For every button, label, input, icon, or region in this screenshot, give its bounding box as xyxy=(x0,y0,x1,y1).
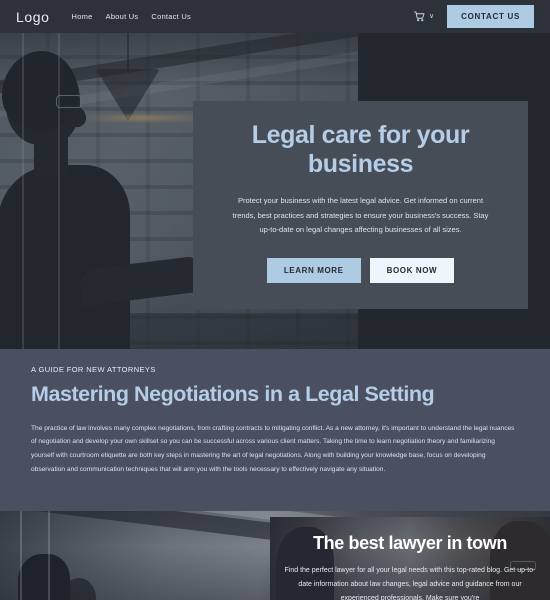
contact-us-button[interactable]: CONTACT US xyxy=(447,5,534,28)
hero-section: Legal care for your business Protect you… xyxy=(0,33,550,349)
nav-item-about-us[interactable]: About Us xyxy=(106,12,139,21)
bottom-photo-glass-line xyxy=(48,511,50,600)
hero-action-buttons: LEARN MORE BOOK NOW xyxy=(223,257,498,283)
hero-description: Protect your business with the latest le… xyxy=(232,196,489,235)
promo-description: Find the perfect lawyer for all your leg… xyxy=(284,566,536,600)
bottom-photo-glass-line xyxy=(20,511,22,600)
article-title: Mastering Negotiations in a Legal Settin… xyxy=(31,382,435,406)
site-logo[interactable]: Logo xyxy=(16,9,50,25)
nav-item-contact-us[interactable]: Contact Us xyxy=(151,12,191,21)
book-now-button[interactable]: BOOK NOW xyxy=(369,257,455,283)
main-navigation: Home About Us Contact Us xyxy=(72,12,191,21)
cart-menu[interactable]: ∨ xyxy=(414,11,434,22)
bottom-section: The best lawyer in town Find the perfect… xyxy=(0,511,550,600)
header-actions: ∨ CONTACT US xyxy=(414,5,534,28)
article-eyebrow: A GUIDE FOR NEW ATTORNEYS xyxy=(31,365,156,374)
promo-panel: The best lawyer in town Find the perfect… xyxy=(270,517,550,600)
learn-more-button[interactable]: LEARN MORE xyxy=(266,257,361,283)
promo-content: The best lawyer in town Find the perfect… xyxy=(270,517,550,600)
site-header: Logo Home About Us Contact Us ∨ CONTACT … xyxy=(0,0,550,33)
article-section: A GUIDE FOR NEW ATTORNEYS Mastering Nego… xyxy=(0,349,550,511)
nav-item-home[interactable]: Home xyxy=(72,12,93,21)
shopping-cart-icon xyxy=(414,11,425,22)
chevron-down-icon: ∨ xyxy=(429,13,435,20)
article-body-text: The practice of law involves many comple… xyxy=(31,424,515,474)
promo-title: The best lawyer in town xyxy=(313,533,507,553)
hero-content-card: Legal care for your business Protect you… xyxy=(193,101,528,309)
hero-title: Legal care for your business xyxy=(251,121,470,178)
